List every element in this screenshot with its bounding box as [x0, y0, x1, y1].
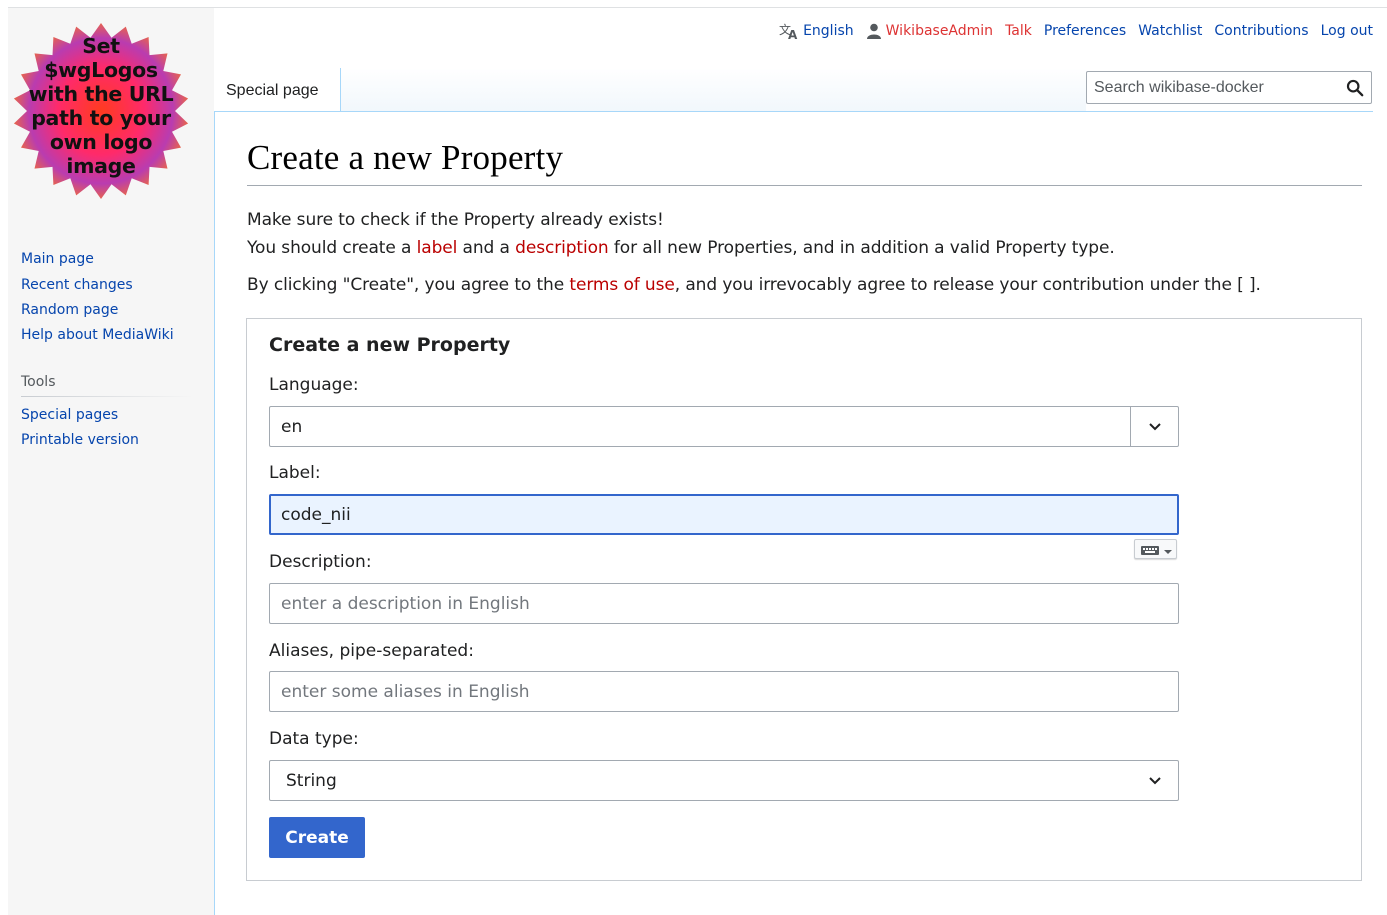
- tools-divider: [21, 396, 193, 397]
- watchlist-link[interactable]: Watchlist: [1138, 23, 1202, 39]
- content-border: [214, 110, 215, 915]
- sidebar-item-recent-changes[interactable]: Recent changes: [21, 277, 133, 293]
- description-field-label: Description:: [269, 552, 372, 572]
- logo-text: Set $wgLogos with the URL path to your o…: [12, 34, 190, 178]
- site-logo[interactable]: Set $wgLogos with the URL path to your o…: [12, 22, 190, 200]
- logout-link[interactable]: Log out: [1321, 23, 1373, 39]
- logo-line: path to your: [31, 106, 171, 130]
- logo-line: image: [66, 154, 136, 178]
- preferences-link[interactable]: Preferences: [1044, 23, 1126, 39]
- search-icon[interactable]: [1346, 79, 1364, 97]
- svg-text:A: A: [788, 28, 798, 40]
- description-input[interactable]: [269, 583, 1179, 624]
- language-label: English: [803, 23, 854, 39]
- sidebar-item-help[interactable]: Help about MediaWiki: [21, 327, 174, 343]
- terms-notice: By clicking "Create", you agree to the t…: [247, 275, 1261, 295]
- talk-link[interactable]: Talk: [1005, 23, 1032, 39]
- logo-line: own logo: [49, 130, 153, 154]
- sidebar-item-random-page[interactable]: Random page: [21, 302, 118, 318]
- label-input[interactable]: [269, 494, 1179, 535]
- language-value: en: [281, 416, 303, 437]
- language-field-label: Language:: [269, 375, 359, 395]
- input-method-selector[interactable]: [1134, 539, 1177, 559]
- intro-text: You should create a: [247, 238, 417, 258]
- chevron-down-icon: [1148, 422, 1161, 430]
- datatype-value: String: [286, 770, 337, 791]
- create-button[interactable]: Create: [269, 817, 365, 858]
- tab-bar-border: [214, 111, 1373, 112]
- terms-text: , and you irrevocably agree to release y…: [674, 275, 1261, 295]
- chevron-down-icon: [1149, 777, 1161, 785]
- datatype-dropdown[interactable]: String: [269, 760, 1179, 801]
- tab-label: Special page: [226, 82, 319, 99]
- keyboard-icon: [1141, 546, 1172, 555]
- language-dropdown-toggle[interactable]: [1130, 407, 1178, 446]
- logo-line: with the URL: [28, 82, 174, 106]
- aliases-input[interactable]: [269, 671, 1179, 712]
- intro-text: for all new Properties, and in addition …: [608, 238, 1115, 258]
- sidebar-item-printable-version[interactable]: Printable version: [21, 432, 139, 448]
- search-input[interactable]: [1087, 72, 1344, 103]
- title-divider: [247, 185, 1362, 186]
- label-field-label: Label:: [269, 463, 321, 483]
- tab-bar-background: [341, 68, 1086, 111]
- intro-instructions: You should create a label and a descript…: [247, 238, 1115, 258]
- tools-heading: Tools: [21, 374, 56, 390]
- label-help-link[interactable]: label: [417, 238, 458, 258]
- logo-line: $wgLogos: [44, 58, 158, 82]
- terms-text: By clicking "Create", you agree to the: [247, 275, 570, 295]
- search-box: [1086, 71, 1372, 104]
- datatype-field-label: Data type:: [269, 729, 359, 749]
- translate-icon: 文 A: [779, 22, 798, 40]
- terms-of-use-link[interactable]: terms of use: [569, 275, 674, 295]
- personal-toolbar: 文 A English WikibaseAdmin Talk Preferenc…: [779, 20, 1373, 42]
- language-selector[interactable]: 文 A English: [779, 22, 854, 40]
- sidebar-item-main-page[interactable]: Main page: [21, 251, 94, 267]
- sidebar-item-special-pages[interactable]: Special pages: [21, 407, 118, 423]
- intro-check-text: Make sure to check if the Property alrea…: [247, 210, 664, 230]
- username: WikibaseAdmin: [885, 23, 994, 39]
- language-dropdown[interactable]: en: [269, 406, 1179, 447]
- logo-line: Set: [82, 34, 120, 58]
- tab-special-page[interactable]: Special page: [214, 68, 341, 112]
- top-border: [8, 7, 1387, 8]
- form-legend: Create a new Property: [269, 334, 511, 356]
- aliases-field-label: Aliases, pipe-separated:: [269, 641, 474, 661]
- page-title: Create a new Property: [247, 138, 564, 177]
- intro-text: and a: [457, 238, 516, 258]
- user-icon: [866, 23, 881, 39]
- contributions-link[interactable]: Contributions: [1214, 23, 1308, 39]
- description-help-link[interactable]: description: [515, 238, 609, 258]
- user-page-link[interactable]: WikibaseAdmin: [866, 23, 993, 39]
